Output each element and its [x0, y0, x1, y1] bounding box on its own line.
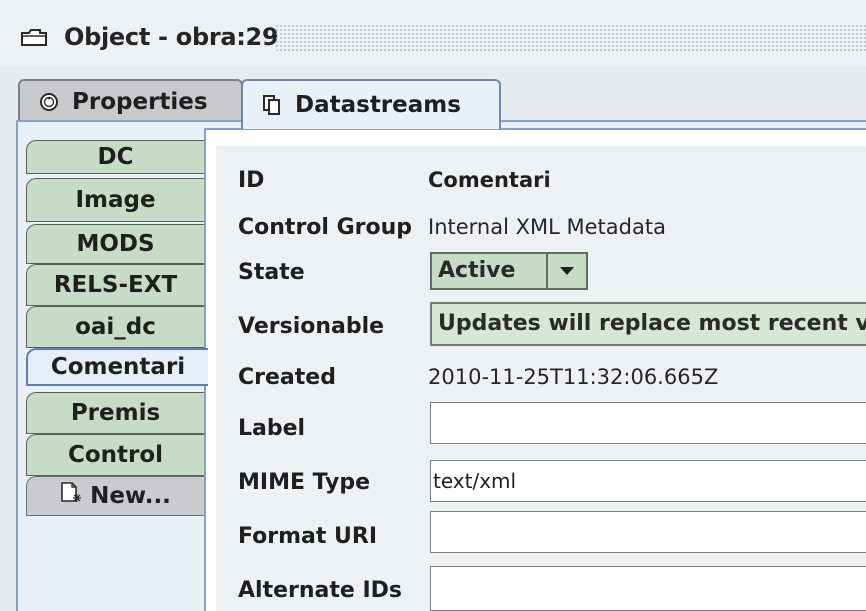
ds-tab-label: DC	[97, 144, 134, 170]
ds-tab-dc[interactable]: DC	[26, 140, 204, 174]
format-uri-label: Format URI	[238, 524, 378, 549]
ds-tab-premis[interactable]: Premis	[26, 392, 204, 434]
alternate-ids-label: Alternate IDs	[238, 578, 403, 603]
tab-properties[interactable]: Properties	[18, 79, 243, 123]
tab-properties-label: Properties	[72, 89, 208, 115]
datastream-icon	[261, 94, 283, 116]
ds-tab-label: Comentari	[50, 354, 186, 380]
state-label: State	[238, 260, 305, 285]
label-input[interactable]	[431, 403, 866, 443]
ds-tab-label: RELS-EXT	[53, 272, 178, 298]
titlebar-drag-area[interactable]	[275, 24, 866, 52]
id-value: Comentari	[428, 168, 551, 192]
versionable-label: Versionable	[238, 314, 385, 339]
info-icon	[38, 91, 60, 113]
ds-tab-oai-dc[interactable]: oai_dc	[26, 306, 204, 348]
ds-tab-label: oai_dc	[75, 314, 156, 340]
control-group-label: Control Group	[238, 215, 413, 240]
state-selected-value: Active	[438, 258, 516, 283]
format-uri-field[interactable]	[430, 511, 866, 553]
window-titlebar: Object - obra:29	[0, 0, 866, 67]
ds-tab-new[interactable]: New...	[26, 476, 204, 516]
label-field[interactable]	[430, 402, 866, 444]
format-uri-input[interactable]	[431, 512, 866, 552]
ds-tab-label: Premis	[70, 400, 161, 426]
mime-type-input[interactable]	[431, 461, 866, 501]
window-title: Object - obra:29	[64, 23, 279, 51]
id-label: ID	[238, 168, 265, 193]
tab-datastreams[interactable]: Datastreams	[241, 79, 501, 129]
new-document-icon	[60, 481, 82, 511]
control-group-value: Internal XML Metadata	[428, 215, 666, 239]
ds-tab-label: New...	[90, 483, 171, 509]
mime-type-field[interactable]	[430, 460, 866, 502]
ds-tab-control[interactable]: Control	[26, 434, 204, 476]
ds-tab-label: Control	[67, 442, 164, 468]
created-label: Created	[238, 365, 336, 390]
folder-icon	[20, 29, 48, 47]
chevron-down-icon[interactable]	[546, 254, 586, 288]
label-label: Label	[238, 416, 306, 441]
created-value: 2010-11-25T11:32:06.665Z	[428, 365, 719, 389]
ds-tab-image[interactable]: Image	[26, 178, 204, 222]
versionable-select[interactable]: Updates will replace most recent v	[430, 302, 866, 346]
versionable-selected-value: Updates will replace most recent v	[438, 311, 866, 336]
ds-tab-mods[interactable]: MODS	[26, 224, 204, 264]
state-select[interactable]: Active	[430, 252, 588, 290]
ds-tab-comentari[interactable]: Comentari	[26, 348, 208, 386]
ds-tab-label: MODS	[76, 231, 155, 257]
ds-tab-rels-ext[interactable]: RELS-EXT	[26, 264, 204, 306]
tab-datastreams-label: Datastreams	[295, 92, 461, 118]
alternate-ids-input[interactable]	[431, 567, 866, 610]
mime-type-label: MIME Type	[238, 470, 371, 495]
alternate-ids-field[interactable]	[430, 566, 866, 611]
ds-tab-label: Image	[75, 187, 156, 213]
